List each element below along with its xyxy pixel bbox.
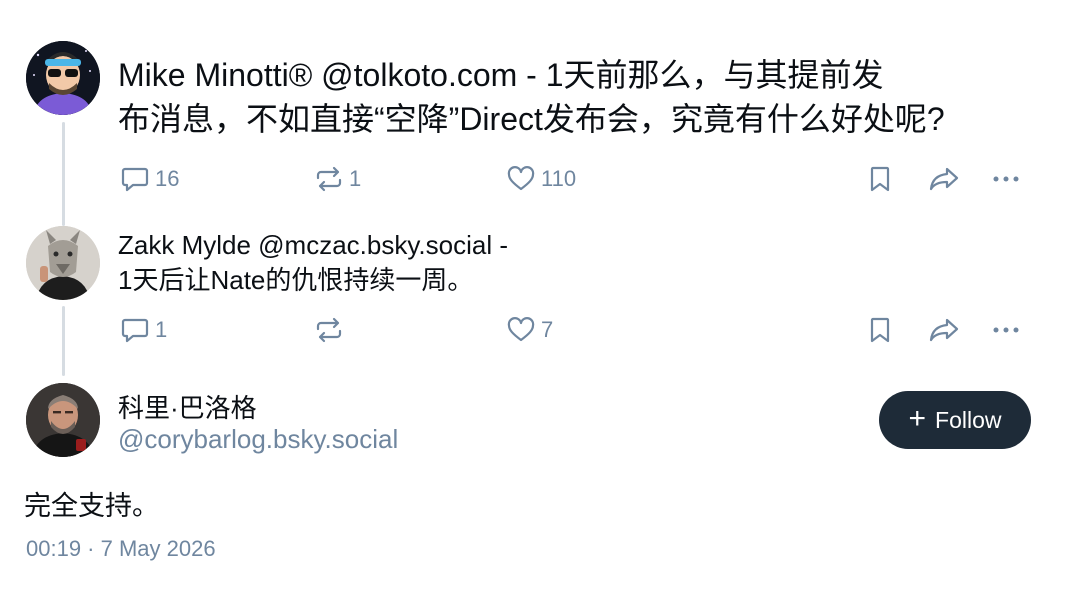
thread-line-1 [62,122,65,218]
main-post-handle[interactable]: @corybarlog.bsky.social [118,424,398,455]
share-icon [929,166,959,192]
post-2-handle[interactable]: @mczac.bsky.social [258,230,492,260]
main-post-timestamp[interactable]: 00:19 · 7 May 2026 [26,536,216,562]
post-2-text: Zakk Mylde @mczac.bsky.social - 1天后让Nate… [118,228,918,299]
post-2-reply-count: 1 [155,317,168,342]
post-2-body: 让Nate的仇恨持续一周。 [184,265,474,296]
bookmark-icon [869,317,891,343]
post-1-bookmark-button[interactable] [869,166,891,192]
post-2-repost-button[interactable] [315,317,349,343]
post-1-time[interactable]: 1天前 [546,57,628,93]
avatar-mike-minotti[interactable] [26,41,100,115]
post-1-like-count: 110 [541,166,577,191]
avatar-image [26,383,100,457]
post-1-repost-button[interactable]: 1 [315,166,361,192]
thread-line-2-top [62,212,65,226]
post-1-handle[interactable]: @tolkoto.com [321,57,517,93]
follow-button-label: Follow [935,406,1002,433]
post-2-like-count: 7 [541,317,554,342]
post-2-reply-button[interactable]: 1 [121,317,167,343]
post-2-line-1: Zakk Mylde @mczac.bsky.social - [118,228,918,263]
post-1-separator: - [517,57,546,93]
post-1-share-button[interactable] [929,166,959,192]
avatar-zakk-mylde[interactable] [26,226,100,300]
post-2-share-button[interactable] [929,317,959,343]
main-post-text: 完全支持。 [24,491,159,521]
post-1-reply-button[interactable]: 16 [121,166,179,192]
post-1-text: Mike Minotti® @tolkoto.com - 1天前那么，与其提前发… [118,54,1068,141]
post-1-line-1: Mike Minotti® @tolkoto.com - 1天前那么，与其提前发 [118,54,1068,98]
plus-icon: + [908,401,927,435]
post-1-repost-count: 1 [349,166,362,191]
post-2-time[interactable]: 1天后 [118,265,184,295]
reply-icon [121,166,149,192]
post-1-reply-count: 16 [155,166,180,191]
post-2-like-button[interactable]: 7 [507,317,553,343]
repost-icon [315,166,343,192]
post-1-like-button[interactable]: 110 [507,166,576,192]
more-icon [991,317,1021,343]
post-1-body-start: 那么，与其提前发 [627,57,884,93]
follow-button[interactable]: + Follow [879,391,1031,449]
reply-icon [121,317,149,343]
more-icon [991,166,1021,192]
bookmark-icon [869,166,891,192]
repost-icon [315,317,343,343]
avatar-image [26,41,100,115]
post-2-author[interactable]: Zakk Mylde [118,230,251,260]
post-1-more-button[interactable] [991,166,1021,192]
avatar-cory-barlog[interactable] [26,383,100,457]
share-icon [929,317,959,343]
thread-line-2 [62,306,65,376]
main-post-author[interactable]: 科里·巴洛格 [118,388,257,425]
post-1-author[interactable]: Mike Minotti® [118,57,312,93]
like-icon [507,317,535,343]
post-2-more-button[interactable] [991,317,1021,343]
post-2-bookmark-button[interactable] [869,317,891,343]
post-2-separator: - [492,230,509,260]
avatar-image [26,226,100,300]
post-1-line-2: 布消息，不如直接“空降”Direct发布会，究竟有什么好处呢? [118,100,945,137]
post-2-line-2: 1天后让Nate的仇恨持续一周。 [118,263,918,298]
like-icon [507,166,535,192]
